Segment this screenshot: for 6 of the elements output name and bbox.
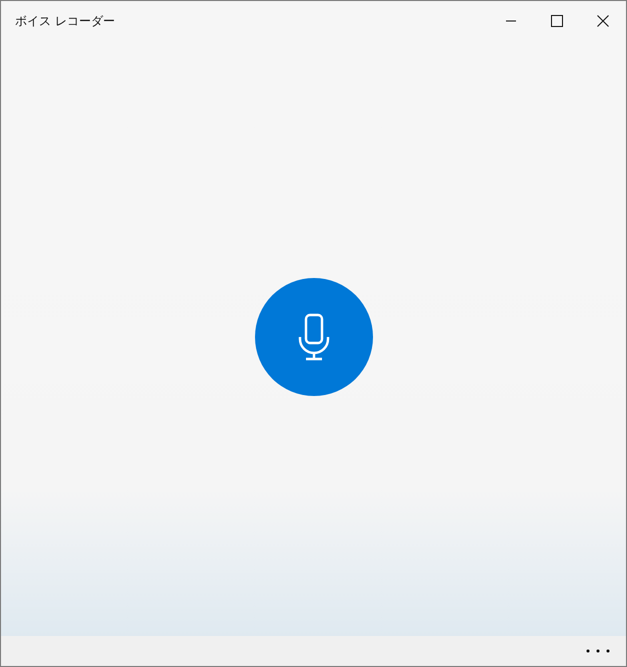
window-title: ボイス レコーダー <box>15 12 116 30</box>
microphone-icon <box>296 312 330 360</box>
maximize-icon <box>551 15 563 27</box>
more-icon <box>586 649 610 653</box>
minimize-icon <box>505 20 517 22</box>
close-icon <box>597 15 609 27</box>
